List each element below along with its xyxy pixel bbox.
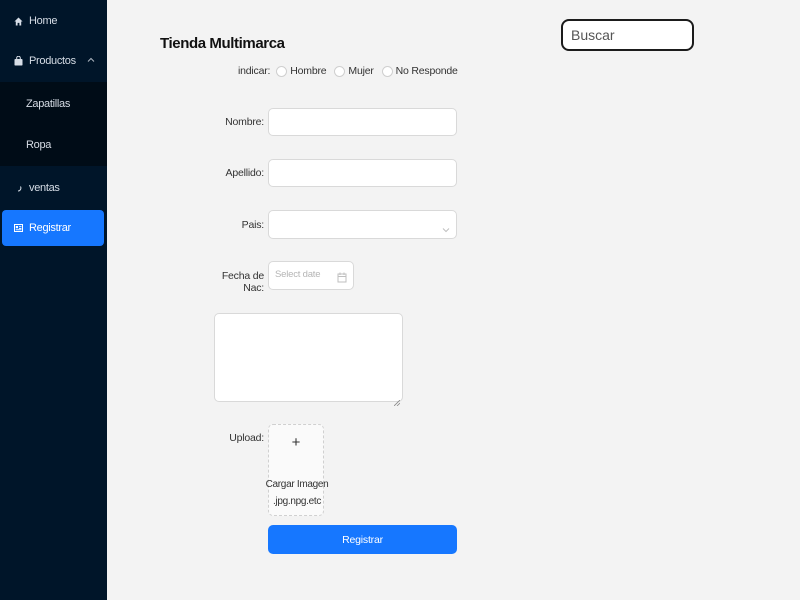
chevron-up-icon bbox=[87, 55, 95, 63]
sidebar-item-label: ventas bbox=[29, 182, 60, 194]
id-card-icon bbox=[13, 223, 23, 233]
comment-textarea[interactable] bbox=[214, 313, 403, 407]
search-input[interactable] bbox=[561, 19, 694, 51]
radio-hombre[interactable]: Hombre bbox=[276, 65, 327, 77]
sidebar-item-label: Productos bbox=[29, 55, 76, 67]
radio-circle[interactable] bbox=[381, 65, 393, 77]
radio-label: Mujer bbox=[348, 65, 374, 77]
sidebar-item-label: Ropa bbox=[26, 139, 52, 151]
date-placeholder: Select date bbox=[275, 269, 321, 280]
fecha-label: Fecha de Nac: bbox=[221, 270, 264, 294]
sidebar-item-label: Zapatillas bbox=[26, 98, 71, 110]
radio-label: Hombre bbox=[290, 65, 327, 77]
sidebar-item-label: Home bbox=[29, 15, 58, 27]
apellido-field[interactable] bbox=[268, 159, 457, 187]
loading-icon bbox=[13, 183, 23, 193]
sidebar-item-label: Registrar bbox=[29, 222, 71, 234]
registrar-button[interactable]: Registrar bbox=[268, 525, 457, 554]
sidebar-item-ropa[interactable]: Ropa bbox=[0, 125, 107, 165]
radio-no-responde[interactable]: No Responde bbox=[381, 65, 458, 77]
plus-icon: + bbox=[291, 434, 301, 451]
sidebar-item-home[interactable]: Home bbox=[0, 1, 107, 41]
upload-hint: Cargar Imagen .jpg.npg.etc bbox=[265, 476, 329, 510]
home-icon bbox=[13, 16, 23, 26]
apellido-label: Apellido: bbox=[225, 167, 265, 179]
sidebar-item-zapatillas[interactable]: Zapatillas bbox=[0, 84, 107, 124]
sidebar-item-registrar[interactable]: Registrar bbox=[2, 210, 104, 246]
radio-circle[interactable] bbox=[334, 65, 346, 77]
calendar-icon bbox=[337, 270, 347, 283]
radio-mujer[interactable]: Mujer bbox=[334, 65, 374, 77]
nombre-label: Nombre: bbox=[225, 116, 264, 128]
chevron-down-icon bbox=[442, 221, 450, 233]
upload-label: Upload: bbox=[229, 432, 264, 444]
date-picker[interactable]: Select date bbox=[268, 261, 354, 290]
nombre-field[interactable] bbox=[268, 108, 457, 136]
sidebar-item-ventas[interactable]: ventas bbox=[0, 168, 107, 208]
sidebar: Home Productos Zapatillas Ropa ventas Re… bbox=[0, 0, 107, 600]
sidebar-item-productos[interactable]: Productos bbox=[0, 41, 107, 81]
resize-grip-icon[interactable] bbox=[393, 393, 401, 407]
gender-radio-group: indicar: Hombre Mujer No Responde bbox=[238, 65, 458, 77]
upload-dropzone[interactable]: + Cargar Imagen .jpg.npg.etc bbox=[266, 424, 329, 516]
upload-hint-line: Cargar Imagen bbox=[265, 479, 329, 490]
gender-label: indicar: bbox=[238, 65, 271, 77]
radio-label: No Responde bbox=[395, 65, 458, 77]
radio-circle[interactable] bbox=[276, 65, 288, 77]
upload-hint-line: .jpg.npg.etc bbox=[272, 496, 322, 507]
pais-label: Pais: bbox=[241, 219, 265, 231]
page-title: Tienda Multimarca bbox=[160, 35, 285, 52]
bag-icon bbox=[13, 56, 23, 66]
pais-select[interactable] bbox=[268, 210, 457, 239]
